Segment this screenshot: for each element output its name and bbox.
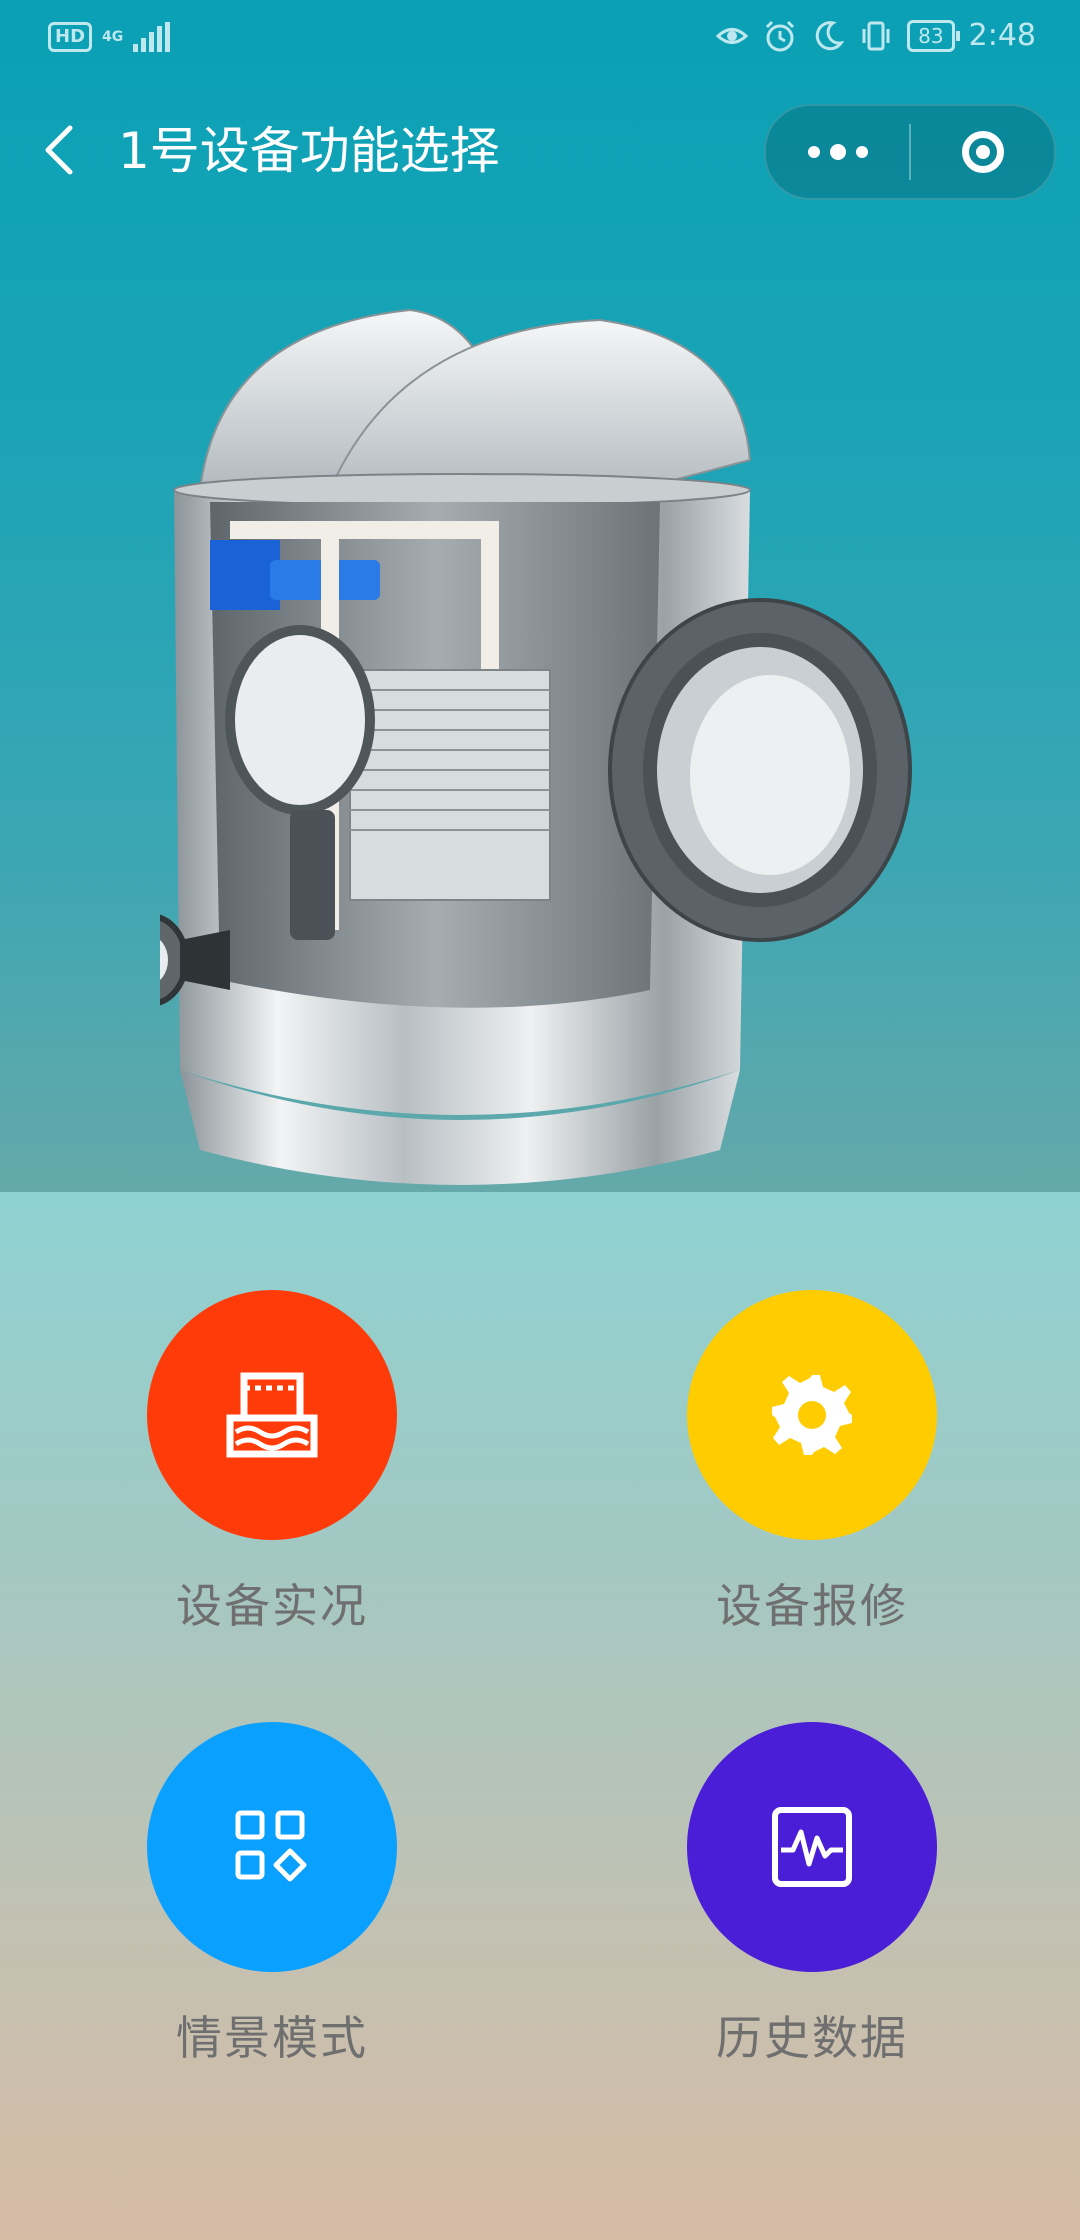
status-left: HD 4G xyxy=(48,22,171,52)
water-gate-icon xyxy=(226,1372,318,1458)
clock: 2:48 xyxy=(968,18,1036,53)
mini-program-capsule xyxy=(764,104,1056,200)
history-data-button[interactable] xyxy=(687,1722,937,1972)
repair-button[interactable] xyxy=(687,1290,937,1540)
function-item-repair[interactable]: 设备报修 xyxy=(687,1290,937,1636)
signal-icon xyxy=(133,22,171,52)
function-item-history[interactable]: 历史数据 xyxy=(687,1722,937,2068)
function-item-scene[interactable]: 情景模式 xyxy=(147,1722,397,2068)
back-arrow-icon[interactable] xyxy=(40,122,80,178)
target-icon xyxy=(961,131,1004,173)
hd-badge: HD xyxy=(48,22,93,52)
more-button[interactable] xyxy=(766,106,909,198)
status-bar: HD 4G 83 2:48 xyxy=(0,0,1080,80)
gear-icon xyxy=(772,1375,852,1455)
grid-icon xyxy=(235,1810,307,1882)
more-dot-icon xyxy=(807,146,820,158)
moon-icon xyxy=(815,20,845,50)
page-title: 1号设备功能选择 xyxy=(118,122,500,180)
device-illustration xyxy=(160,308,912,1185)
network-type: 4G xyxy=(102,29,124,45)
eye-icon xyxy=(715,27,749,44)
battery-indicator: 83 xyxy=(907,19,961,52)
function-label: 历史数据 xyxy=(716,2011,908,2065)
status-right: 83 2:48 xyxy=(715,18,1036,53)
function-label: 情景模式 xyxy=(176,2011,368,2065)
more-dot-icon xyxy=(855,146,868,158)
waveform-icon xyxy=(772,1807,852,1887)
more-dot-icon xyxy=(829,144,846,160)
function-item-live[interactable]: 设备实况 xyxy=(147,1290,397,1636)
function-label: 设备实况 xyxy=(176,1579,368,1633)
vibrate-icon xyxy=(862,21,890,50)
scene-mode-button[interactable] xyxy=(147,1722,397,1972)
function-label: 设备报修 xyxy=(716,1579,908,1633)
live-status-button[interactable] xyxy=(147,1290,397,1540)
alarm-icon xyxy=(766,20,795,51)
close-button[interactable] xyxy=(911,106,1054,198)
